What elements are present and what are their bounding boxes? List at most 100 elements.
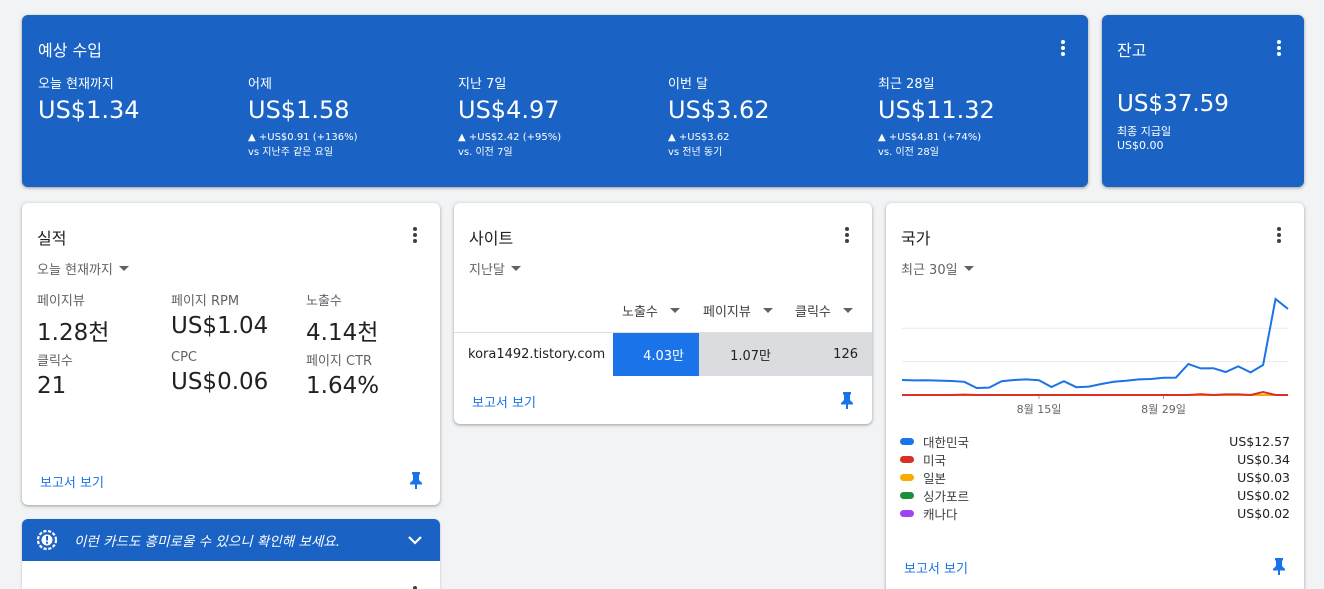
metric-compare: vs 전년 동기: [668, 147, 723, 158]
perf-value: US$1.04: [171, 313, 269, 339]
sort-caret-icon: [762, 308, 773, 313]
metric-value: US$3.62: [668, 96, 770, 124]
sites-more-menu-icon[interactable]: [841, 226, 853, 244]
metric-compare: vs. 이전 7일: [458, 147, 513, 158]
legend-swatch: [900, 509, 914, 517]
legend-country: 캐나다: [923, 506, 958, 522]
suggestion-text: 이런 카드도 흥미로울 수 있으니 확인해 보세요.: [74, 534, 341, 550]
perf-pageviews: 페이지뷰 1.28천: [37, 290, 109, 347]
site-impressions: 4.03만: [613, 333, 699, 376]
perf-impressions: 노출수 4.14천: [306, 290, 378, 347]
sort-caret-icon: [669, 308, 680, 313]
more-menu-icon[interactable]: [409, 585, 421, 589]
country-earnings-chart: 8월 15일 8월 29일: [901, 297, 1289, 416]
sites-card: 사이트 지난달 노출수 페이지뷰 클릭수 kora1492.tistory.co…: [454, 203, 872, 424]
metric-compare: vs. 이전 28일: [878, 147, 939, 158]
countries-report-link[interactable]: 보고서 보기: [904, 558, 968, 577]
earnings-more-menu-icon[interactable]: [1057, 39, 1069, 57]
metric-label: 최근 28일: [878, 77, 935, 92]
legend-item: 싱가포르 US$0.02: [900, 486, 1290, 504]
x-tick-label: 8월 29일: [1141, 402, 1186, 416]
performance-period-dropdown[interactable]: 오늘 현재까지: [37, 259, 129, 278]
suggestion-card: 이런 카드도 흥미로울 수 있으니 확인해 보세요.: [22, 519, 440, 589]
perf-label: CPC: [171, 350, 197, 365]
perf-label: 노출수: [306, 294, 342, 309]
performance-more-menu-icon[interactable]: [409, 226, 421, 244]
sort-caret-icon: [842, 308, 853, 313]
legend-amount: US$0.03: [1237, 469, 1290, 485]
legend-amount: US$0.02: [1237, 487, 1290, 503]
balance-more-menu-icon[interactable]: [1273, 39, 1285, 57]
legend-swatch: [900, 455, 914, 463]
metric-value: US$1.34: [38, 96, 140, 124]
column-header-impressions[interactable]: 노출수: [622, 301, 680, 320]
pin-icon[interactable]: [1272, 557, 1286, 575]
chevron-down-icon: [118, 266, 129, 271]
sites-title: 사이트: [469, 229, 514, 248]
sites-period-dropdown[interactable]: 지난달: [469, 259, 521, 278]
performance-report-link[interactable]: 보고서 보기: [40, 472, 104, 491]
perf-clicks: 클릭수 21: [37, 350, 73, 399]
perf-label: 페이지뷰: [37, 294, 85, 309]
metric-value: US$4.97: [458, 96, 560, 124]
metric-change: ▲ +US$4.81 (+74%): [878, 132, 982, 143]
countries-more-menu-icon[interactable]: [1273, 226, 1285, 244]
countries-title: 국가: [901, 229, 931, 248]
last-payment-label: 최종 지급일: [1117, 125, 1172, 138]
perf-value: 21: [37, 373, 67, 399]
metric-change: ▲ +US$3.62: [668, 132, 730, 143]
x-tick-label: 8월 15일: [1017, 402, 1062, 416]
site-name: kora1492.tistory.com: [468, 347, 606, 362]
legend-country: 대한민국: [923, 434, 970, 450]
chevron-down-icon: [963, 266, 974, 271]
pin-icon[interactable]: [840, 391, 854, 409]
period-label: 오늘 현재까지: [37, 263, 113, 278]
suggestion-banner[interactable]: 이런 카드도 흥미로울 수 있으니 확인해 보세요.: [22, 519, 440, 561]
countries-card: 국가 최근 30일 8월 15일 8월 29일 대한민국 US$12.57 미국 US$…: [886, 203, 1304, 589]
perf-value: 4.14천: [306, 320, 379, 346]
legend-swatch: [900, 491, 914, 499]
metric-change: ▲ +US$2.42 (+95%): [458, 132, 562, 143]
legend-amount: US$0.34: [1237, 451, 1290, 467]
column-label: 페이지뷰: [703, 305, 751, 320]
metric-change: ▲ +US$0.91 (+136%): [248, 132, 358, 143]
chevron-down-icon: [510, 266, 521, 271]
legend-country: 싱가포르: [923, 488, 970, 504]
legend-item: 캐나다 US$0.02: [900, 504, 1290, 522]
metric-label: 이번 달: [668, 77, 709, 92]
perf-cpc: CPC US$0.06: [171, 350, 268, 395]
perf-value: 1.64%: [306, 373, 380, 399]
earnings-title: 예상 수입: [38, 41, 102, 60]
table-row[interactable]: kora1492.tistory.com 4.03만 1.07만 126: [454, 332, 872, 376]
countries-period-dropdown[interactable]: 최근 30일: [901, 259, 974, 278]
column-header-clicks[interactable]: 클릭수: [795, 301, 853, 320]
metric-today: 오늘 현재까지 US$1.34: [38, 73, 140, 124]
chevron-down-icon[interactable]: [407, 535, 423, 545]
site-clicks: 126: [785, 333, 872, 376]
legend-swatch: [900, 473, 914, 481]
performance-title: 실적: [37, 229, 67, 248]
column-header-pageviews[interactable]: 페이지뷰: [703, 301, 773, 320]
perf-page-rpm: 페이지 RPM US$1.04: [171, 290, 268, 339]
metric-compare: vs 지난주 같은 요일: [248, 147, 334, 158]
partial-card-header: [22, 561, 440, 589]
period-label: 지난달: [469, 263, 505, 278]
legend-item: 미국 US$0.34: [900, 450, 1290, 468]
legend-amount: US$0.02: [1237, 505, 1290, 521]
series-line: [901, 297, 1289, 390]
period-label: 최근 30일: [901, 263, 958, 278]
series-line: [902, 390, 1288, 397]
perf-label: 페이지 RPM: [171, 294, 240, 309]
column-label: 노출수: [622, 305, 658, 320]
legend-swatch: [900, 437, 914, 445]
metric-label: 지난 7일: [458, 77, 507, 92]
column-label: 클릭수: [795, 305, 831, 320]
balance-card: 잔고 US$37.59 최종 지급일 US$0.00: [1102, 15, 1304, 187]
pin-icon[interactable]: [409, 471, 423, 489]
last-payment-value: US$0.00: [1117, 139, 1164, 152]
sites-report-link[interactable]: 보고서 보기: [472, 392, 536, 411]
estimated-earnings-card: 예상 수입 오늘 현재까지 US$1.34 어제 US$1.58 ▲ +US$0…: [22, 15, 1088, 187]
legend-item: 일본 US$0.03: [900, 468, 1290, 486]
perf-value: US$0.06: [171, 369, 269, 395]
metric-label: 오늘 현재까지: [38, 77, 114, 92]
